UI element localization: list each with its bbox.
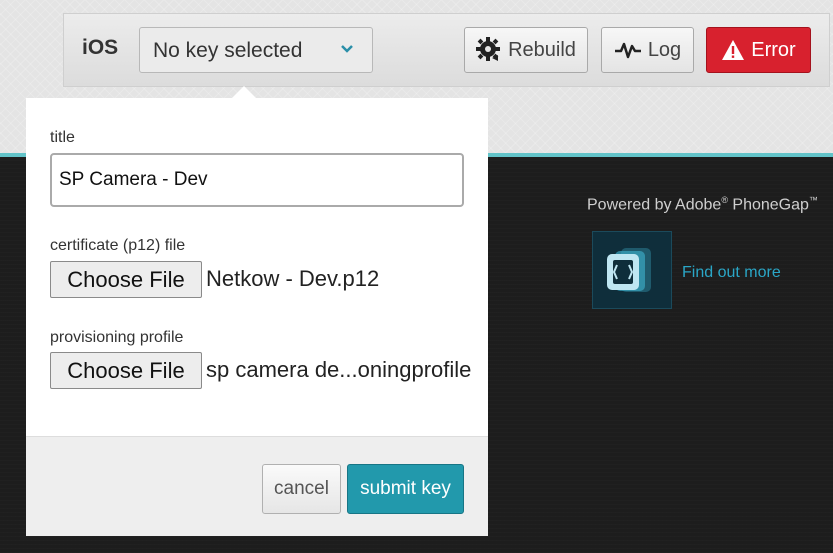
add-key-popover: title certificate (p12) file Choose File…	[26, 98, 488, 536]
gear-refresh-icon	[476, 37, 501, 61]
platform-label: iOS	[82, 36, 119, 59]
rebuild-button[interactable]: Rebuild	[464, 27, 588, 73]
rebuild-label: Rebuild	[508, 38, 576, 61]
popover-arrow	[232, 86, 256, 98]
provisioning-file-name: sp camera de...oningprofile	[206, 357, 472, 382]
trademark-mark: ™	[808, 195, 818, 205]
phonegap-logo-icon[interactable]	[592, 231, 672, 309]
activity-pulse-icon	[614, 42, 641, 59]
registered-mark: ®	[721, 195, 728, 205]
cancel-button[interactable]: cancel	[262, 464, 341, 514]
powered-by-text: Powered by Adobe® PhoneGap™	[587, 195, 818, 214]
chevron-down-icon	[341, 45, 353, 53]
log-label: Log	[647, 38, 682, 61]
certificate-choose-file-button[interactable]: Choose File	[50, 261, 202, 298]
provisioning-choose-file-button[interactable]: Choose File	[50, 352, 202, 389]
powered-by-suffix: PhoneGap	[727, 196, 809, 214]
warning-triangle-icon	[722, 40, 745, 60]
signing-key-select[interactable]: No key selected	[139, 27, 373, 73]
signing-key-select-value: No key selected	[153, 39, 303, 62]
error-button[interactable]: Error	[706, 27, 811, 73]
certificate-field-label: certificate (p12) file	[50, 237, 186, 254]
log-button[interactable]: Log	[601, 27, 694, 73]
error-label: Error	[751, 38, 796, 61]
title-input[interactable]	[50, 153, 464, 207]
powered-by-prefix: Powered by Adobe	[587, 196, 722, 214]
certificate-file-name: Netkow - Dev.p12	[206, 266, 380, 291]
provisioning-field-label: provisioning profile	[50, 329, 184, 346]
phonegap-logo-graphic	[607, 248, 651, 292]
find-out-more-link[interactable]: Find out more	[682, 264, 781, 282]
title-field-label: title	[50, 129, 75, 146]
submit-key-button[interactable]: submit key	[347, 464, 464, 514]
